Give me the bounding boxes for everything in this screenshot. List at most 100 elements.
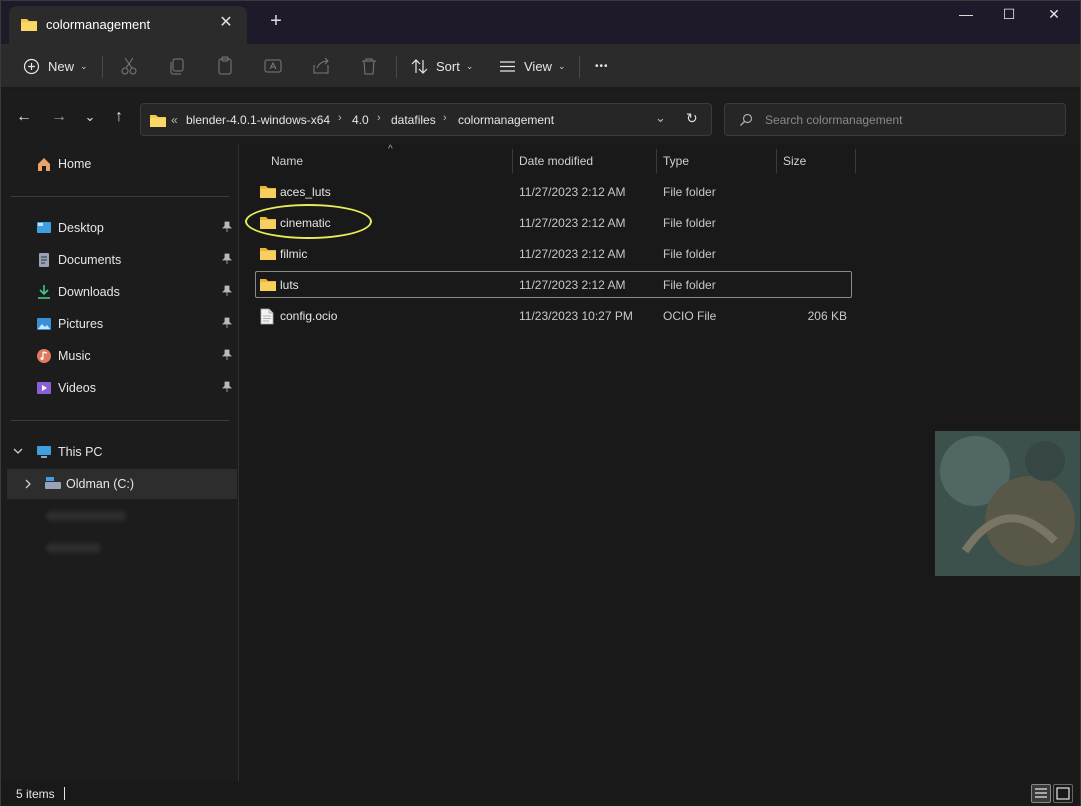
- paste-icon[interactable]: [214, 55, 236, 77]
- pin-icon[interactable]: [222, 317, 232, 331]
- sidebar-item-label: This PC: [58, 445, 103, 459]
- column-header-date[interactable]: Date modified: [519, 154, 593, 168]
- sidebar-divider: [11, 420, 229, 421]
- file-date: 11/27/2023 2:12 AM: [519, 216, 626, 230]
- pin-icon[interactable]: [222, 221, 232, 235]
- file-type: OCIO File: [663, 309, 717, 323]
- toolbar-divider: [396, 56, 397, 78]
- file-name: filmic: [280, 247, 308, 261]
- tab-colormanagement[interactable]: colormanagement ✕: [9, 6, 247, 44]
- delete-icon[interactable]: [358, 55, 380, 77]
- sidebar-item-documents[interactable]: Documents: [1, 245, 237, 275]
- column-divider[interactable]: [776, 149, 777, 173]
- forward-button[interactable]: →: [49, 108, 69, 128]
- breadcrumb-colormanagement[interactable]: colormanagement: [458, 113, 554, 127]
- cut-icon[interactable]: [118, 55, 140, 77]
- chevron-right-icon[interactable]: [24, 479, 32, 489]
- breadcrumb-separator[interactable]: ›: [377, 112, 381, 124]
- sidebar-item-label: Music: [58, 349, 91, 363]
- details-view-button[interactable]: [1031, 784, 1051, 803]
- sidebar-item-label: Documents: [58, 253, 122, 267]
- file-size: 206 KB: [807, 309, 847, 323]
- new-label: New: [48, 58, 75, 74]
- address-bar[interactable]: « blender-4.0.1-windows-x64 › 4.0 › data…: [140, 103, 712, 136]
- address-history-dropdown[interactable]: ⌄: [655, 110, 666, 126]
- chevron-down-icon[interactable]: [13, 447, 23, 455]
- sidebar-item-this-pc[interactable]: This PC: [1, 437, 237, 467]
- column-divider[interactable]: [656, 149, 657, 173]
- breadcrumb-datafiles[interactable]: datafiles: [391, 113, 436, 127]
- more-options-button[interactable]: •••: [595, 52, 609, 80]
- videos-icon: [37, 382, 51, 394]
- status-divider: [64, 787, 65, 800]
- column-header-type[interactable]: Type: [663, 154, 689, 168]
- sidebar-item-desktop[interactable]: Desktop: [1, 213, 237, 243]
- file-name: luts: [280, 278, 299, 292]
- share-icon[interactable]: [310, 55, 332, 77]
- file-row-aces-luts[interactable]: aces_luts 11/27/2023 2:12 AM File folder: [255, 178, 852, 205]
- back-button[interactable]: ←: [14, 108, 34, 128]
- folder-icon: [260, 186, 276, 198]
- breadcrumb-4-0[interactable]: 4.0: [352, 113, 369, 127]
- rename-icon[interactable]: [262, 55, 284, 77]
- sidebar-item-downloads[interactable]: Downloads: [1, 277, 237, 307]
- view-button[interactable]: View ⌄: [499, 52, 566, 80]
- sidebar-item-pictures[interactable]: Pictures: [1, 309, 237, 339]
- breadcrumb-separator[interactable]: ›: [338, 112, 342, 124]
- new-tab-button[interactable]: +: [263, 9, 289, 35]
- file-type: File folder: [663, 216, 716, 230]
- sidebar-item-videos[interactable]: Videos: [1, 373, 237, 403]
- breadcrumb-separator[interactable]: ›: [443, 112, 447, 124]
- toolbar-divider: [102, 56, 103, 78]
- sidebar-item-music[interactable]: Music: [1, 341, 237, 371]
- minimize-button[interactable]: —: [943, 1, 989, 29]
- column-divider[interactable]: [512, 149, 513, 173]
- file-icon: [260, 308, 274, 325]
- sidebar-item-oldman-drive[interactable]: Oldman (C:): [7, 469, 237, 499]
- overflow-crumb[interactable]: «: [171, 113, 178, 127]
- sort-button[interactable]: Sort ⌄: [411, 52, 473, 80]
- file-explorer-window: colormanagement ✕ + — ☐ ✕ New ⌄ Sort ⌄ V…: [0, 0, 1081, 806]
- file-date: 11/27/2023 2:12 AM: [519, 278, 626, 292]
- pin-icon[interactable]: [222, 253, 232, 267]
- command-bar: New ⌄ Sort ⌄ View ⌄ •••: [1, 44, 1080, 88]
- close-window-button[interactable]: ✕: [1031, 1, 1077, 29]
- sidebar-item-label: Downloads: [58, 285, 120, 299]
- file-row-filmic[interactable]: filmic 11/27/2023 2:12 AM File folder: [255, 240, 852, 267]
- folder-icon: [21, 19, 37, 31]
- navigation-pane: Home Desktop Documents Downloads Picture…: [1, 144, 239, 781]
- plus-circle-icon: [23, 58, 40, 74]
- column-divider[interactable]: [855, 149, 856, 173]
- new-button[interactable]: New ⌄: [23, 52, 88, 80]
- refresh-icon[interactable]: ↻: [686, 110, 698, 127]
- search-icon: [740, 113, 753, 126]
- copy-icon[interactable]: [166, 55, 188, 77]
- highlight-circle-annotation: [245, 204, 372, 239]
- details-view-icon: [1035, 788, 1047, 798]
- sort-icon: [411, 58, 428, 74]
- column-header-name[interactable]: Name: [271, 154, 303, 168]
- large-icons-view-button[interactable]: [1053, 784, 1073, 803]
- chevron-down-icon: ⌄: [80, 60, 88, 71]
- chevron-down-icon: ⌄: [557, 60, 566, 71]
- file-row-config-ocio[interactable]: config.ocio 11/23/2023 10:27 PM OCIO Fil…: [255, 302, 852, 329]
- column-header-size[interactable]: Size: [783, 154, 806, 168]
- search-box[interactable]: [724, 103, 1066, 136]
- file-type: File folder: [663, 247, 716, 261]
- sidebar-item-label: Pictures: [58, 317, 104, 331]
- breadcrumb-blender[interactable]: blender-4.0.1-windows-x64: [186, 113, 330, 127]
- search-input[interactable]: [765, 112, 1055, 128]
- close-tab-icon[interactable]: ✕: [214, 12, 238, 36]
- up-button[interactable]: ↑: [109, 108, 129, 128]
- maximize-button[interactable]: ☐: [986, 1, 1032, 29]
- pin-icon[interactable]: [222, 381, 232, 395]
- pin-icon[interactable]: [222, 349, 232, 363]
- recent-locations-button[interactable]: ⌄: [80, 108, 100, 128]
- pin-icon[interactable]: [222, 285, 232, 299]
- sidebar-item-home[interactable]: Home: [1, 149, 237, 179]
- sidebar-item-label: Oldman (C:): [66, 477, 135, 491]
- file-row-luts[interactable]: luts 11/27/2023 2:12 AM File folder: [255, 271, 852, 298]
- sidebar-item-label: Desktop: [58, 221, 104, 235]
- sort-label: Sort: [436, 58, 460, 74]
- file-list-pane: ^ Name Date modified Type Size aces_luts…: [240, 144, 1080, 781]
